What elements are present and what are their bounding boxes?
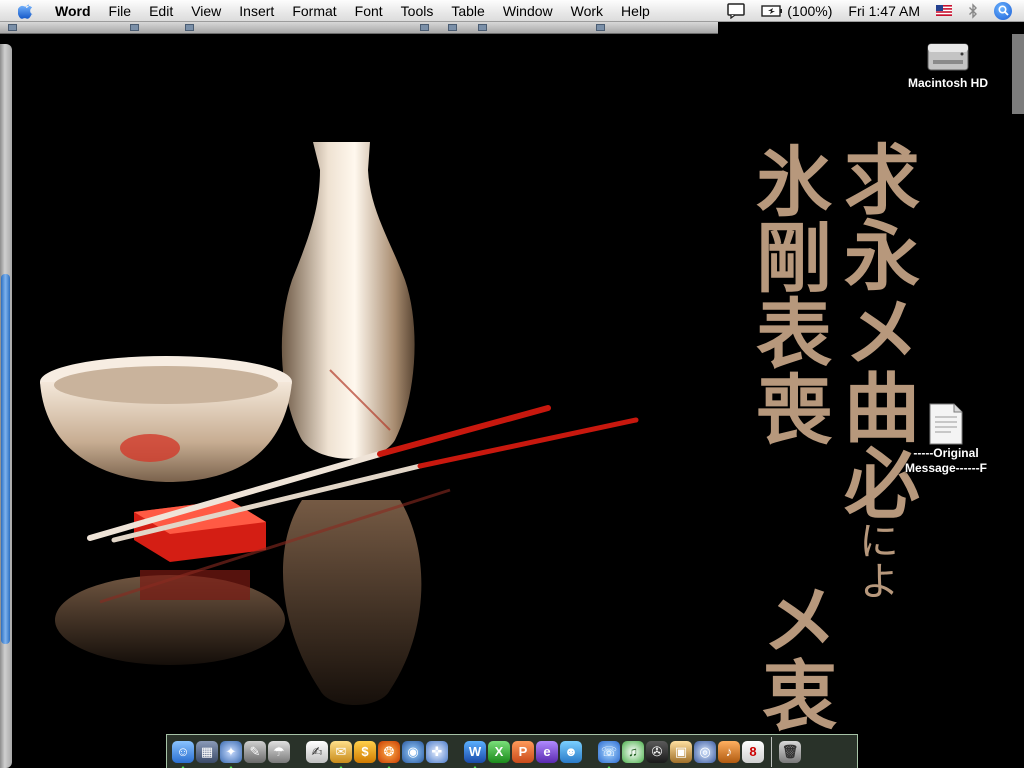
battery-icon — [761, 4, 783, 17]
toolbar-button-icon[interactable] — [420, 24, 429, 31]
entourage-icon[interactable]: e — [536, 740, 558, 763]
macintosh-hd-desktop-icon[interactable]: Macintosh HD — [898, 30, 998, 90]
toolbar-button-icon[interactable] — [8, 24, 17, 31]
us-flag-icon[interactable] — [928, 5, 960, 16]
doc-label-line1: -----Original — [913, 446, 979, 460]
firefox-icon[interactable]: ❂ — [378, 740, 400, 768]
word-toolbar-remnant — [0, 22, 718, 34]
toolbar-button-icon[interactable] — [448, 24, 457, 31]
menu-edit[interactable]: Edit — [140, 0, 182, 22]
menu-list: Word File Edit View Insert Format Font T… — [46, 0, 659, 22]
toolbar-button-icon[interactable] — [185, 24, 194, 31]
garageband-icon[interactable]: ♪ — [718, 740, 740, 763]
apple-menu-icon[interactable] — [18, 3, 34, 19]
dock: ☺ ▦ ✦ ✎ ☂ ✍ ✉ $ ❂ ◉ ✜ W X P e ☻ ☏ ♫ ✇ ▣ … — [166, 734, 858, 768]
toolbar-button-icon[interactable] — [596, 24, 605, 31]
messenger-icon[interactable]: ☻ — [560, 740, 582, 763]
calligraphy-right-column: 求永メ曲必 によ — [830, 140, 920, 600]
itunes-icon[interactable]: ♫ — [622, 740, 644, 763]
excel-icon[interactable]: X — [488, 740, 510, 763]
menu-work[interactable]: Work — [562, 0, 612, 22]
hard-drive-icon — [927, 43, 969, 71]
palette-window-edge[interactable] — [1012, 34, 1024, 114]
menu-help[interactable]: Help — [612, 0, 659, 22]
dvd-player-icon[interactable]: ◎ — [694, 740, 716, 763]
calligraphy-bottom-text: メ衷 — [749, 580, 838, 732]
trash-icon[interactable]: 🗑 — [779, 740, 801, 763]
menu-view[interactable]: View — [182, 0, 230, 22]
mail-icon[interactable]: ✉ — [330, 740, 352, 768]
menu-font[interactable]: Font — [346, 0, 392, 22]
macintosh-hd-label: Macintosh HD — [907, 76, 988, 90]
text-document-icon — [929, 403, 963, 445]
toolbar-button-icon[interactable] — [478, 24, 487, 31]
battery-percent: (100%) — [787, 2, 833, 19]
calendar-day: 8 — [749, 744, 757, 759]
script-editor-icon[interactable]: ✎ — [244, 740, 266, 763]
browser-icon[interactable]: ◉ — [402, 740, 424, 763]
calligraphy-left-text: 氷剛表喪 — [743, 142, 832, 446]
dock-separator — [771, 736, 772, 767]
menu-file[interactable]: File — [100, 0, 141, 22]
menu-table[interactable]: Table — [442, 0, 493, 22]
bluetooth-icon[interactable] — [960, 2, 986, 19]
compass-icon[interactable]: ✜ — [426, 740, 448, 763]
menu-app-word[interactable]: Word — [46, 0, 100, 22]
network-icon[interactable]: ☂ — [268, 740, 290, 763]
menu-insert[interactable]: Insert — [230, 0, 283, 22]
finder-icon[interactable]: ☺ — [172, 740, 194, 768]
calendar-icon[interactable]: 8 — [742, 740, 764, 763]
word-icon[interactable]: W — [464, 740, 486, 768]
menu-extras: (100%) Fri 1:47 AM — [719, 0, 1024, 22]
wallpaper-still-life — [40, 142, 639, 705]
calligraphy-bottom-column: メ衷 — [748, 580, 838, 732]
scrollbar-thumb[interactable] — [1, 274, 10, 644]
menu-tools[interactable]: Tools — [392, 0, 443, 22]
ichat-icon[interactable]: ☏ — [598, 740, 620, 768]
preview-icon[interactable]: ▦ — [196, 740, 218, 763]
dollar-app-icon[interactable]: $ — [354, 740, 376, 763]
original-message-desktop-icon[interactable]: -----Original Message------F — [888, 402, 1004, 476]
battery-status[interactable]: (100%) — [753, 0, 840, 22]
textedit-icon[interactable]: ✍ — [306, 740, 328, 763]
toolbar-button-icon[interactable] — [130, 24, 139, 31]
menu-bar: Word File Edit View Insert Format Font T… — [0, 0, 1024, 22]
imovie-icon[interactable]: ✇ — [646, 740, 668, 763]
calligraphy-left-column: 氷剛表喪 — [742, 142, 832, 446]
doc-label-line2: Message------F — [904, 461, 987, 475]
speech-bubble-icon[interactable] — [719, 2, 753, 19]
iphoto-icon[interactable]: ▣ — [670, 740, 692, 763]
menu-clock[interactable]: Fri 1:47 AM — [840, 0, 928, 22]
spotlight-icon — [994, 1, 1012, 20]
document-window-edge[interactable] — [0, 44, 12, 768]
menu-format[interactable]: Format — [283, 0, 345, 22]
calligraphy-small-text: によ — [852, 520, 898, 600]
powerpoint-icon[interactable]: P — [512, 740, 534, 763]
menu-window[interactable]: Window — [494, 0, 562, 22]
safari-icon[interactable]: ✦ — [220, 740, 242, 768]
spotlight-search-button[interactable] — [986, 1, 1020, 20]
